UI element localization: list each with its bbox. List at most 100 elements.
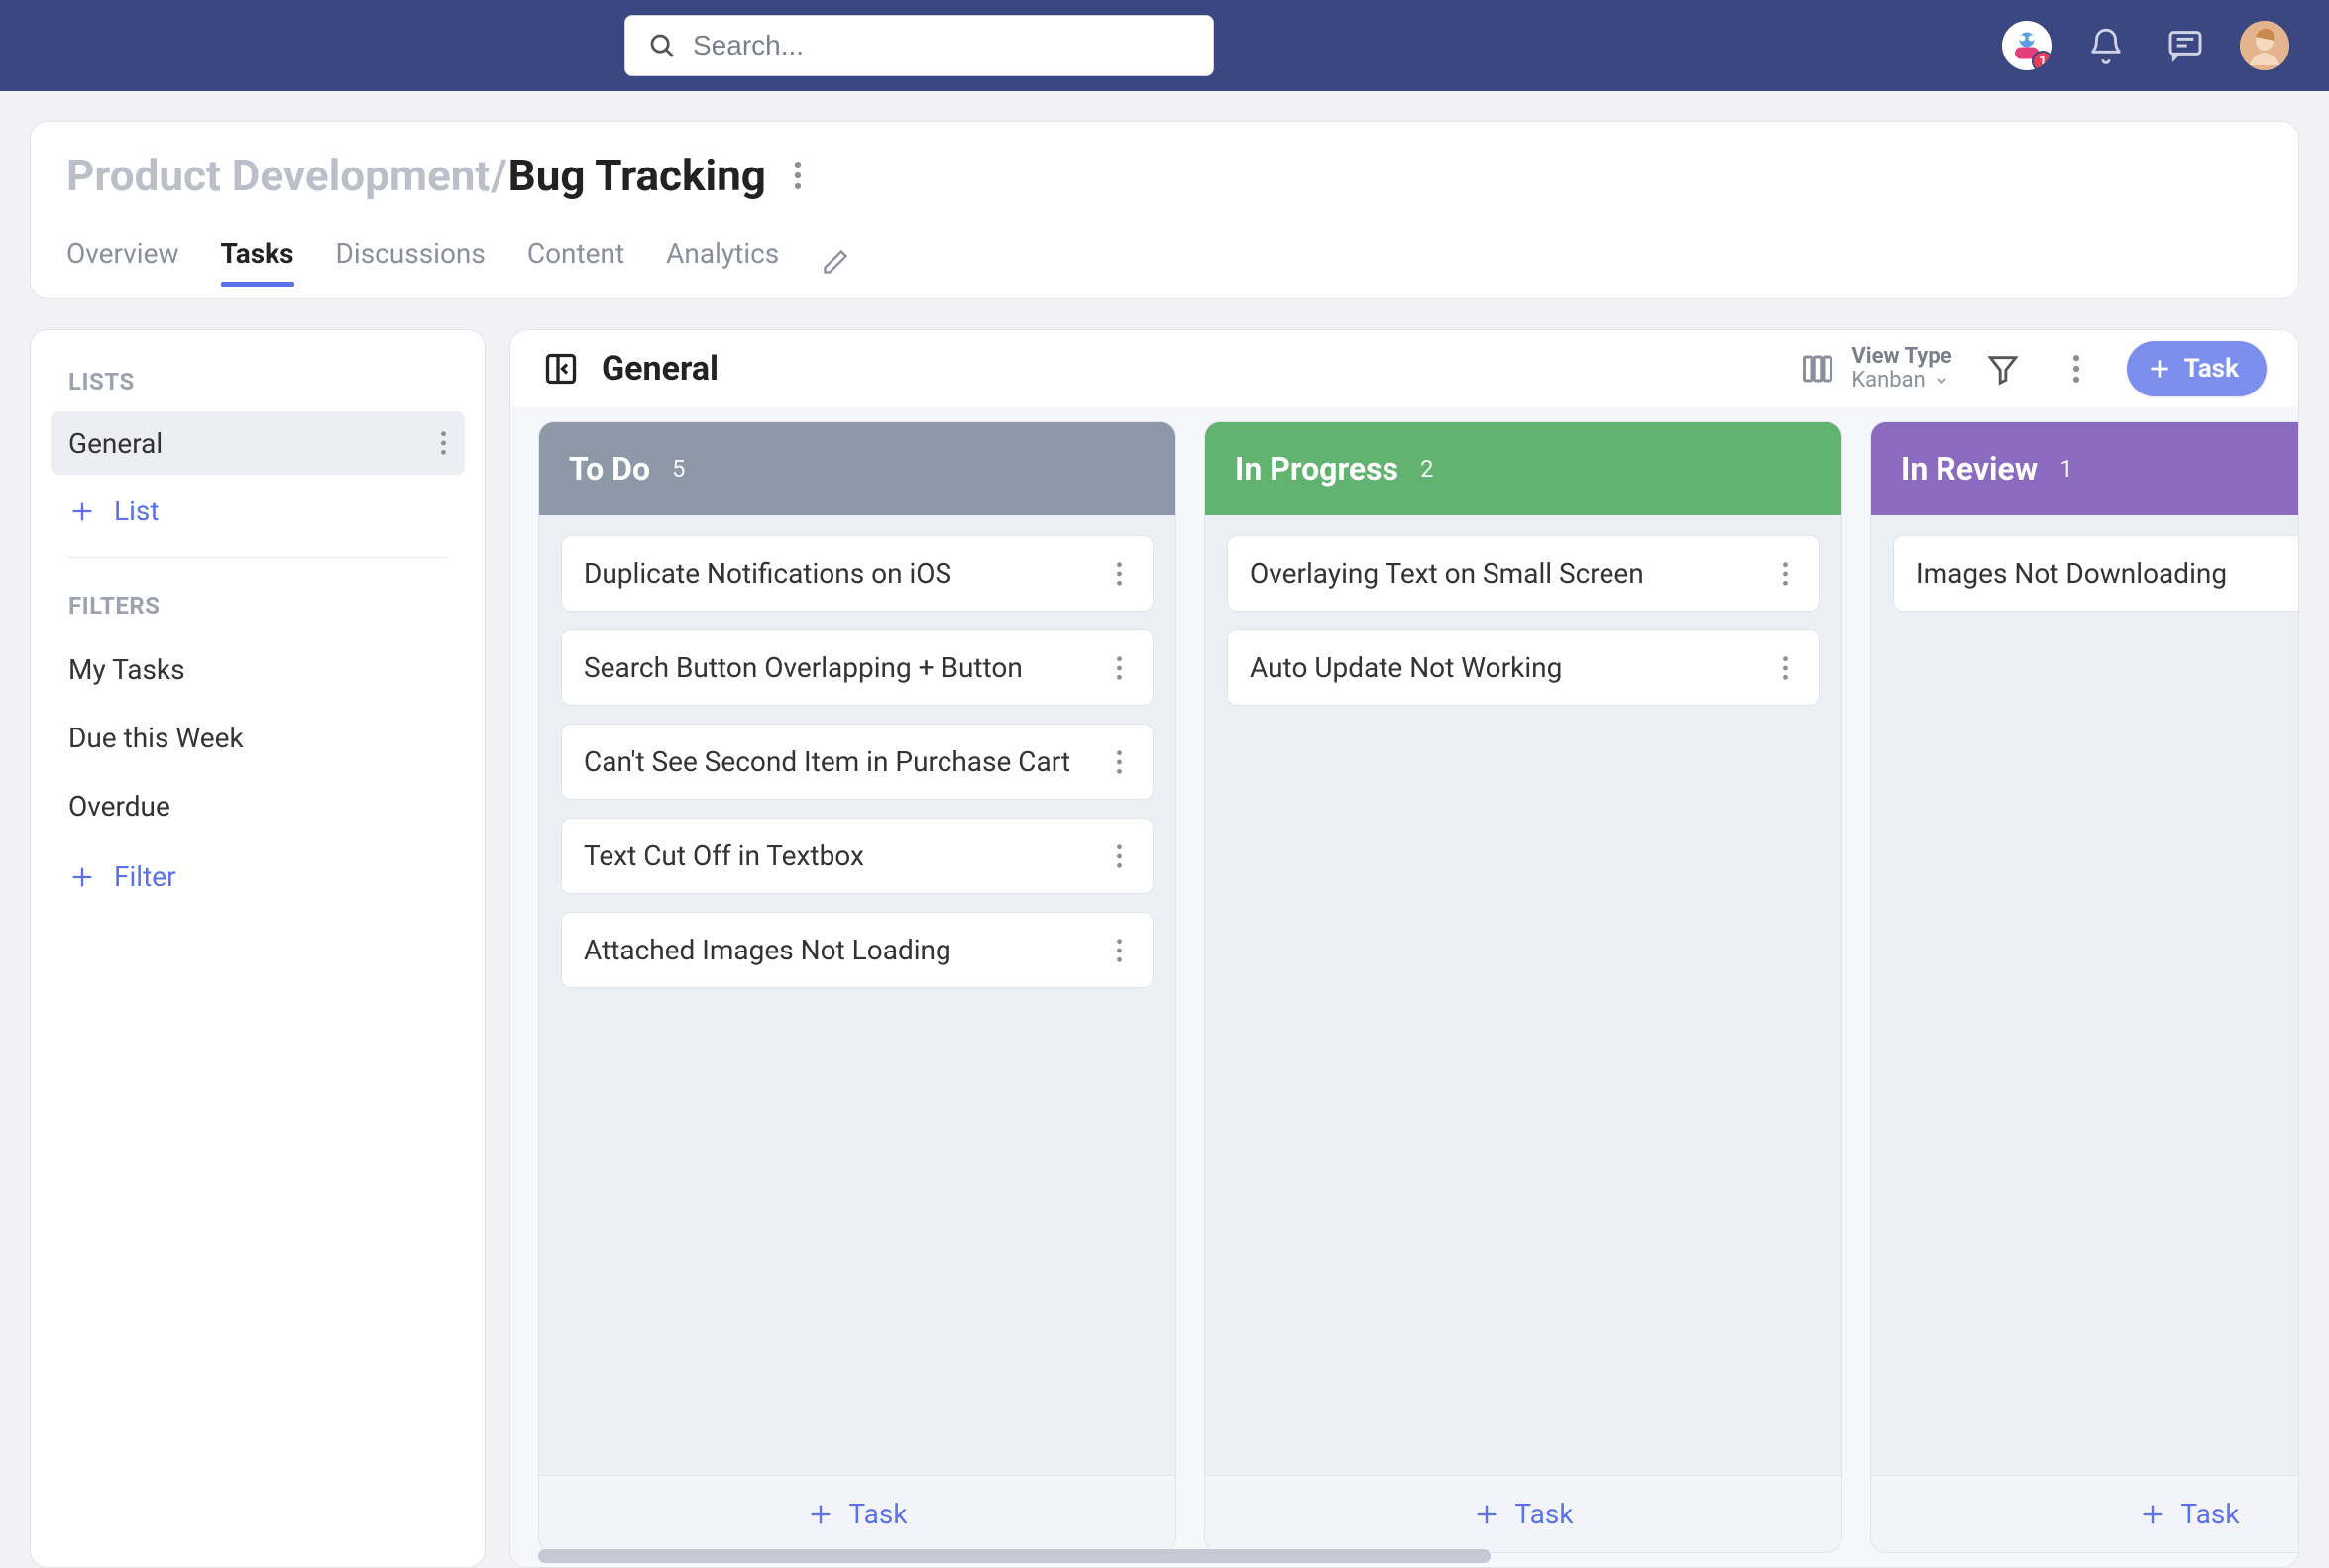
add-task-label: Task (2180, 1498, 2239, 1530)
plus-icon (2139, 1501, 2166, 1528)
breadcrumb-current: Bug Tracking (508, 150, 766, 201)
user-avatar[interactable] (2240, 21, 2289, 70)
plus-icon (1473, 1501, 1500, 1528)
filter-button[interactable] (1980, 346, 2026, 392)
bot-badge: 1 (2032, 51, 2052, 70)
task-title: Overlaying Text on Small Screen (1250, 556, 1757, 591)
add-task-button[interactable]: Task (807, 1498, 907, 1530)
plus-icon (807, 1501, 834, 1528)
sidebar-filters-label: FILTERS (51, 582, 465, 635)
column-name: In Review (1901, 450, 2038, 488)
add-task-label: Task (848, 1498, 907, 1530)
task-more-icon[interactable] (1107, 840, 1131, 872)
comment-icon[interactable] (2161, 21, 2210, 70)
add-list-button[interactable]: List (51, 475, 465, 547)
search-wrap[interactable] (624, 15, 1214, 76)
plus-icon (68, 863, 96, 891)
task-title: Auto Update Not Working (1250, 650, 1757, 685)
task-title: Duplicate Notifications on iOS (584, 556, 1091, 591)
sidebar: LISTS General List FILTERS My Tasks Due … (30, 329, 486, 1568)
add-list-label: List (114, 495, 160, 527)
task-card[interactable]: Can't See Second Item in Purchase Cart (561, 724, 1154, 800)
task-card[interactable]: Text Cut Off in Textbox (561, 818, 1154, 894)
add-filter-button[interactable]: Filter (51, 840, 465, 913)
tab-tasks[interactable]: Tasks (221, 237, 294, 285)
column-footer: Task (1871, 1475, 2298, 1552)
filter-due-this-week[interactable]: Due this Week (51, 704, 465, 772)
search-input[interactable] (693, 30, 1191, 61)
board-body[interactable]: To Do5 Duplicate Notifications on iOS Sear… (510, 407, 2298, 1567)
sidebar-lists-label: LISTS (51, 358, 465, 411)
column-footer: Task (1205, 1475, 1841, 1552)
page-more-button[interactable] (782, 160, 814, 191)
sidebar-list-general[interactable]: General (51, 411, 465, 475)
task-card[interactable]: Duplicate Notifications on iOS (561, 535, 1154, 612)
column-header[interactable]: In Review1 (1871, 422, 2298, 515)
tab-analytics[interactable]: Analytics (666, 237, 779, 285)
list-more-icon[interactable] (440, 431, 447, 455)
horizontal-scrollbar[interactable] (538, 1549, 2271, 1563)
column-name: To Do (569, 450, 650, 488)
column-name: In Progress (1235, 450, 1398, 488)
board-header: General View Type Kanban (510, 330, 2298, 407)
column-count: 2 (1420, 455, 1434, 483)
divider (68, 557, 447, 558)
view-type-value: Kanban (1851, 368, 1925, 392)
filter-my-tasks[interactable]: My Tasks (51, 635, 465, 704)
add-filter-label: Filter (114, 860, 176, 893)
collapse-icon[interactable] (542, 350, 580, 388)
columns-icon (1800, 351, 1835, 387)
board-title: General (602, 349, 719, 389)
task-more-icon[interactable] (1773, 652, 1797, 684)
task-card[interactable]: Search Button Overlapping + Button (561, 629, 1154, 706)
column-body: Images Not Downloading (1871, 515, 2298, 1475)
search-icon (647, 31, 677, 60)
tab-discussions[interactable]: Discussions (336, 237, 486, 285)
task-title: Can't See Second Item in Purchase Cart (584, 744, 1091, 779)
column-header[interactable]: In Progress 2 (1205, 422, 1841, 515)
topbar: 1 (0, 0, 2329, 91)
task-more-icon[interactable] (1773, 558, 1797, 590)
column-to-do: To Do5 Duplicate Notifications on iOS Sear… (538, 421, 1176, 1553)
task-card[interactable]: Attached Images Not Loading (561, 912, 1154, 988)
column-header[interactable]: To Do5 (539, 422, 1175, 515)
bell-icon[interactable] (2081, 21, 2131, 70)
task-title: Text Cut Off in Textbox (584, 839, 1091, 873)
plus-icon (68, 498, 96, 525)
chevron-down-icon (1934, 373, 1949, 389)
task-title: Images Not Downloading (1916, 556, 2298, 591)
view-type-label: View Type (1851, 345, 1951, 368)
task-title: Search Button Overlapping + Button (584, 650, 1091, 685)
view-type-selector[interactable]: View Type Kanban (1800, 345, 1951, 392)
bot-avatar[interactable]: 1 (2002, 21, 2052, 70)
board-more-button[interactable] (2053, 346, 2099, 392)
new-task-button[interactable]: Task (2127, 341, 2267, 396)
task-card[interactable]: Images Not Downloading (1893, 535, 2298, 612)
tabs: Overview Tasks Discussions Content Analy… (66, 237, 2259, 285)
column-in-progress: In Progress 2 Overlaying Text on Small Scr… (1204, 421, 1842, 1553)
task-more-icon[interactable] (1107, 558, 1131, 590)
column-body: Overlaying Text on Small Screen Auto Upda… (1205, 515, 1841, 1475)
add-task-button[interactable]: Task (1473, 1498, 1573, 1530)
column-body: Duplicate Notifications on iOS Search But… (539, 515, 1175, 1475)
add-task-button[interactable]: Task (2139, 1498, 2239, 1530)
breadcrumb-parent[interactable]: Product Development (66, 150, 490, 201)
scrollbar-thumb[interactable] (538, 1549, 1491, 1563)
plus-icon (2147, 356, 2172, 382)
task-card[interactable]: Overlaying Text on Small Screen (1227, 535, 1820, 612)
task-title: Attached Images Not Loading (584, 933, 1091, 967)
task-card[interactable]: Auto Update Not Working (1227, 629, 1820, 706)
page-header-card: Product Development/Bug Tracking Overvie… (30, 121, 2299, 299)
filter-overdue[interactable]: Overdue (51, 772, 465, 840)
add-task-label: Task (1514, 1498, 1573, 1530)
pencil-icon[interactable] (821, 247, 850, 277)
sidebar-list-label: General (68, 427, 163, 460)
task-more-icon[interactable] (1107, 652, 1131, 684)
task-more-icon[interactable] (1107, 746, 1131, 778)
breadcrumb: Product Development/Bug Tracking (66, 150, 766, 201)
tab-overview[interactable]: Overview (66, 237, 179, 285)
tab-content[interactable]: Content (527, 237, 624, 285)
new-task-label: Task (2184, 354, 2239, 384)
task-more-icon[interactable] (1107, 935, 1131, 966)
column-in-review: In Review1 Images Not Downloading Task (1870, 421, 2298, 1553)
